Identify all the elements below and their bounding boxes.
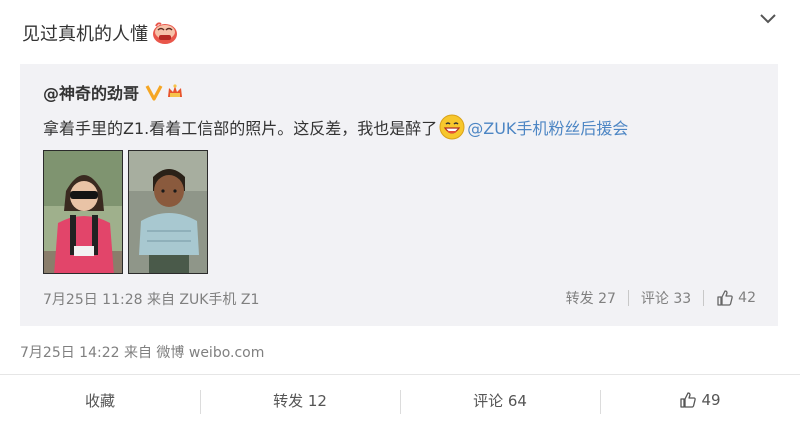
- repost-text: 拿着手里的Z1.看着工信部的照片。这反差，我也是醉了: [43, 119, 438, 138]
- chevron-down-icon[interactable]: [758, 8, 778, 28]
- weibo-post-card: 见过真机的人懂 @神奇的劲哥 拿着手里的Z1.看着工信部的照片。这反差，我也是醉…: [0, 0, 800, 425]
- post-action-bar: 收藏 转发 12 评论 64 49: [0, 374, 800, 425]
- mention-link[interactable]: @ZUK手机粉丝后援会: [467, 115, 628, 139]
- post-text: 见过真机的人懂: [22, 24, 148, 45]
- repost-like-count: 42: [738, 290, 756, 306]
- forward-button[interactable]: 转发 12: [200, 375, 400, 425]
- repost-forward-button[interactable]: 转发 27: [566, 288, 616, 308]
- post-content: 见过真机的人懂: [22, 20, 180, 46]
- repost-timestamp-source[interactable]: 7月25日 11:28 来自 ZUK手机 Z1: [43, 289, 259, 309]
- thumbs-up-icon: [717, 290, 733, 306]
- forward-label: 转发 12: [273, 391, 327, 410]
- laughing-face-icon: [439, 114, 465, 140]
- photo-thumbnail-2[interactable]: [128, 150, 208, 274]
- repost-like-button[interactable]: 42: [716, 289, 756, 307]
- blush-face-icon: [150, 21, 180, 45]
- repost-content: 拿着手里的Z1.看着工信部的照片。这反差，我也是醉了 @ZUK手机粉丝后援会: [43, 114, 628, 140]
- comment-label: 评论 64: [473, 391, 527, 410]
- repost-author[interactable]: @神奇的劲哥: [43, 80, 185, 104]
- repost-author-name[interactable]: @神奇的劲哥: [43, 80, 139, 104]
- thumbs-up-icon: [680, 392, 697, 408]
- favorite-label: 收藏: [84, 391, 115, 410]
- post-timestamp-source[interactable]: 7月25日 14:22 来自 微博 weibo.com: [20, 342, 264, 362]
- like-button[interactable]: 49: [600, 375, 800, 425]
- divider: [627, 290, 629, 306]
- member-badge-icon: [165, 82, 185, 102]
- favorite-button[interactable]: 收藏: [0, 375, 200, 425]
- like-count: 49: [701, 391, 721, 409]
- repost-comment-button[interactable]: 评论 33: [641, 288, 691, 308]
- verified-v-icon: [145, 83, 163, 101]
- reposted-weibo: @神奇的劲哥 拿着手里的Z1.看着工信部的照片。这反差，我也是醉了 @ZUK手机…: [20, 64, 778, 326]
- divider: [703, 290, 705, 306]
- photo-thumbnail-1[interactable]: [43, 150, 123, 274]
- comment-button[interactable]: 评论 64: [400, 375, 600, 425]
- repost-action-bar: 转发 27 评论 33 42: [566, 288, 756, 308]
